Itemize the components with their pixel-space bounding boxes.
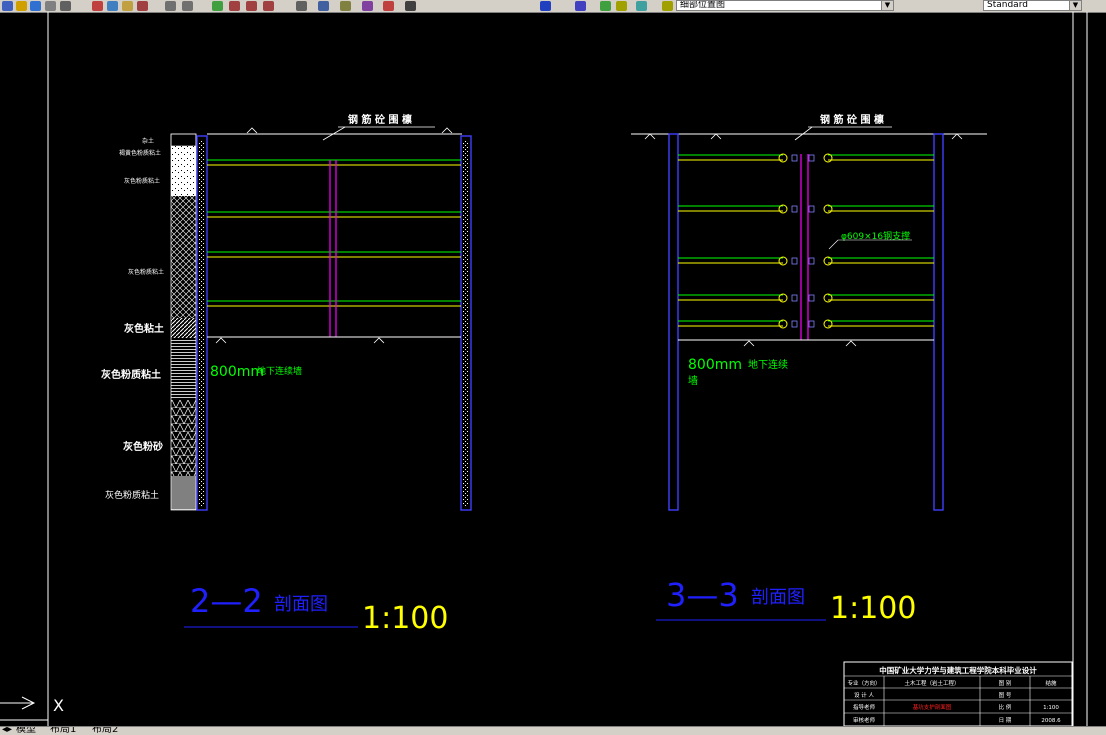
soil-label: 灰色粉质粘土 [105, 489, 159, 501]
grade-mark [951, 133, 963, 140]
title-block-cell: 设 计 人 [854, 691, 874, 699]
grade-mark [710, 133, 722, 140]
grade-mark [644, 133, 656, 140]
soil-labels: 杂土 褐黄色粉质粘土 灰色粉质粘土 灰色粉质粘土 灰色粘土 灰色粉质粘土 灰色粉… [101, 137, 164, 501]
title-block-cell: 土木工程（岩土工程） [904, 679, 959, 687]
title-block: 中国矿业大学力学与建筑工程学院本科毕业设计 专业（方向） 土木工程（岩土工程） 图 … [843, 661, 1073, 727]
drawing-frame [0, 12, 1088, 726]
title-block-cell: 日 期 [999, 717, 1012, 724]
top-beam-label: 钢 筋 砼 围 檩 [348, 113, 412, 126]
soil-label: 杂土 [142, 137, 154, 145]
title-block-cell: 图 号 [999, 691, 1012, 699]
title-block-cell: 2008.6 [1041, 718, 1061, 724]
title-block-cell: 专业（方向） [847, 679, 880, 687]
top-beam-label: 钢 筋 砼 围 檩 [820, 113, 884, 126]
section-title-text: 剖面图 [751, 587, 805, 608]
soil-label: 褐黄色粉质粘土 [119, 149, 161, 157]
center-column [329, 160, 337, 337]
section-2-2[interactable]: 杂土 褐黄色粉质粘土 灰色粉质粘土 灰色粉质粘土 灰色粘土 灰色粉质粘土 灰色粉… [101, 113, 472, 636]
section-title-number: 2—2 [190, 582, 263, 620]
grade-mark [373, 337, 385, 344]
ucs-icon: X [0, 696, 64, 715]
soil-column [170, 133, 197, 511]
wall-thickness-label: 800mm [210, 364, 264, 380]
title-block-cell: 审核老师 [853, 716, 876, 724]
title-block-cell: 1:100 [1043, 705, 1059, 711]
center-column [800, 154, 809, 340]
title-block-cell: 图 别 [999, 679, 1012, 687]
wall-thickness-label: 800mm [688, 357, 742, 373]
section-title-text: 剖面图 [274, 594, 328, 615]
wall-type-label: 地下连续墙 [257, 365, 302, 377]
steel-struts [207, 159, 461, 307]
grade-mark [246, 127, 258, 134]
section-3-3[interactable]: 钢 筋 砼 围 檩 φ609×16钢支撑 800mm 地下连续 墙 3—3 剖面… [631, 113, 987, 626]
title-block-cell: 指导老师 [853, 703, 876, 711]
soil-label: 灰色粉质粘土 [124, 177, 160, 185]
title-block-cell: 基坑支护剖面图 [913, 703, 952, 711]
drawing-canvas[interactable]: 杂土 褐黄色粉质粘土 灰色粉质粘土 灰色粉质粘土 灰色粘土 灰色粉质粘土 灰色粉… [0, 0, 1106, 734]
diaphragm-walls [668, 133, 944, 511]
grade-mark [845, 340, 857, 347]
title-block-cell: 结施 [1045, 679, 1057, 687]
leader-line [828, 239, 839, 250]
title-block-cell: 比 例 [999, 703, 1012, 711]
grade-mark [441, 127, 453, 134]
wall-type-label: 地下连续 [748, 358, 788, 371]
wall-type-label: 墙 [688, 374, 698, 387]
grade-mark [215, 337, 227, 344]
diaphragm-walls [196, 135, 472, 511]
section-scale: 1:100 [362, 601, 448, 636]
soil-label: 灰色粉砂 [123, 440, 163, 453]
soil-label: 灰色粉质粘土 [101, 368, 161, 381]
soil-label: 灰色粘土 [124, 322, 164, 335]
section-title-number: 3—3 [666, 576, 739, 614]
grade-mark [743, 340, 755, 347]
section-scale: 1:100 [830, 591, 916, 626]
ucs-x-label: X [53, 696, 64, 715]
title-block-header: 中国矿业大学力学与建筑工程学院本科毕业设计 [879, 665, 1037, 675]
soil-label: 灰色粉质粘土 [128, 268, 164, 276]
